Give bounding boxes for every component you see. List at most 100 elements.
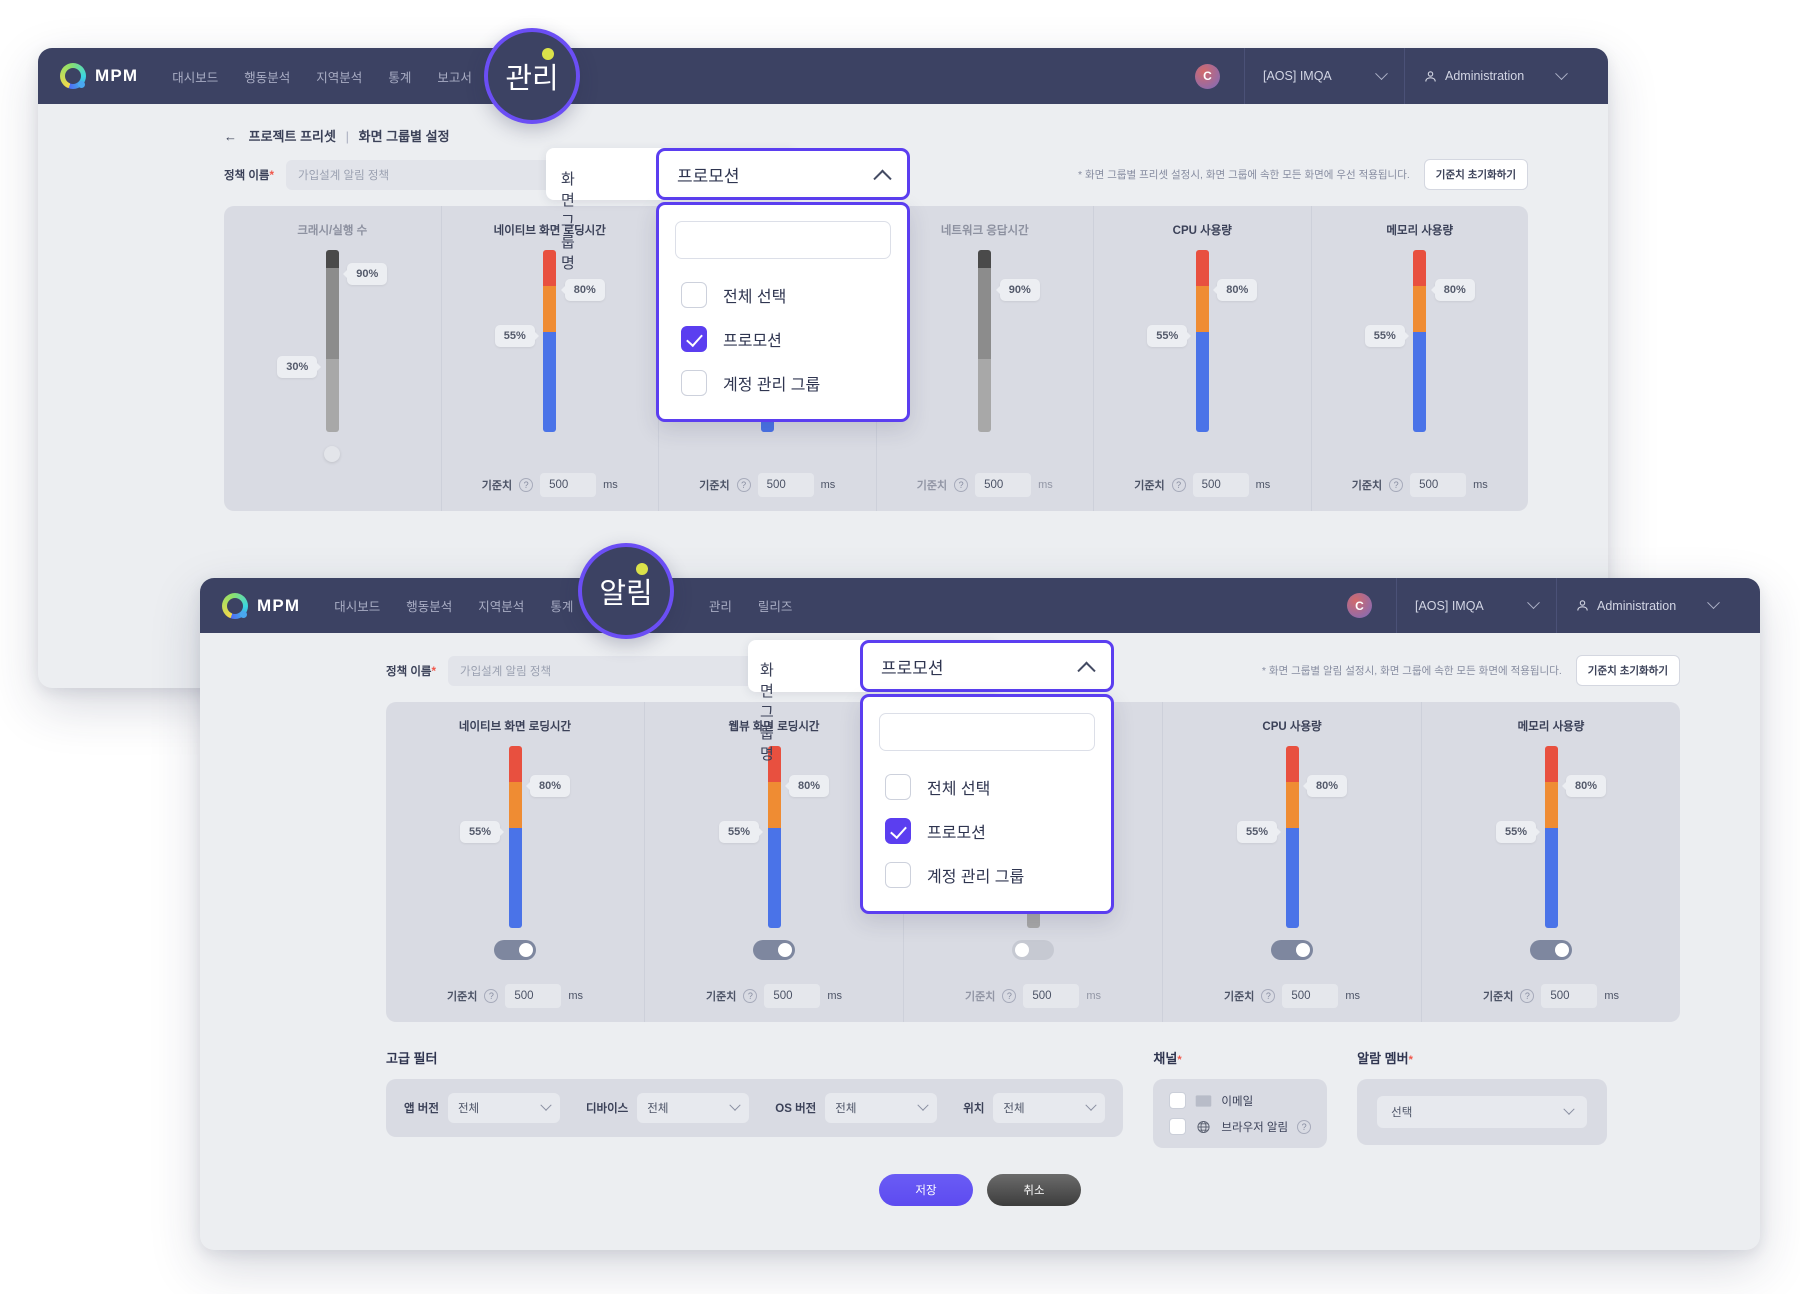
checkbox-checked[interactable] [885,818,911,844]
avatar[interactable]: C [1195,63,1220,89]
checkbox[interactable] [885,774,911,800]
upper-threshold-bubble[interactable]: 80% [560,279,605,302]
nav-item-behavior[interactable]: 행동분석 [244,67,290,86]
metric-toggle[interactable] [1530,940,1572,960]
lower-threshold-bubble[interactable]: 55% [1147,324,1192,347]
user-menu[interactable]: Administration [1556,578,1736,633]
base-value-input[interactable]: 500 [1023,984,1080,1008]
metric-toggle[interactable] [494,940,536,960]
nav-item-region[interactable]: 지역분석 [316,67,362,86]
save-button[interactable]: 저장 [879,1174,973,1206]
screen-group-search-input[interactable] [675,221,891,259]
gauge-wrap[interactable]: 80% 55% [1422,746,1680,928]
screen-group-search-input[interactable] [879,713,1095,751]
threshold-gauge[interactable] [1544,746,1558,928]
filter-select[interactable]: 전체 [825,1093,938,1123]
checkbox-checked[interactable] [681,326,707,352]
gauge-wrap[interactable]: 90% 30% [224,250,441,432]
lower-threshold-bubble[interactable]: 30% [277,355,322,378]
upper-threshold-bubble[interactable]: 80% [1213,279,1258,302]
base-value-input[interactable]: 500 [540,473,597,497]
help-icon[interactable]: ? [1389,478,1404,492]
reset-threshold-button[interactable]: 기준치 초기화하기 [1575,655,1680,686]
base-value-input[interactable]: 500 [1410,473,1467,497]
gauge-wrap[interactable]: 80% 55% [1163,746,1421,928]
help-icon[interactable]: ? [1171,478,1186,492]
checkbox[interactable] [1169,1118,1187,1135]
nav-item-region[interactable]: 지역분석 [478,596,524,615]
lower-threshold-bubble[interactable]: 55% [1236,820,1282,843]
gauge-wrap[interactable]: 80% 55% [1094,250,1311,432]
nav-item-behavior[interactable]: 행동분석 [406,596,452,615]
option-promotion[interactable]: 프로모션 [879,809,1095,853]
threshold-gauge[interactable] [325,250,339,432]
base-value-input[interactable]: 500 [975,473,1032,497]
gauge-wrap[interactable]: 80% 55% [442,250,659,432]
threshold-gauge[interactable] [543,250,557,432]
filter-select[interactable]: 전체 [993,1093,1106,1123]
upper-threshold-bubble[interactable]: 90% [995,279,1040,302]
help-icon[interactable]: ? [1520,989,1535,1003]
gauge-wrap[interactable]: 80% 55% [386,746,644,928]
metric-toggle[interactable] [753,940,795,960]
checkbox[interactable] [885,862,911,888]
option-promotion[interactable]: 프로모션 [675,317,891,361]
upper-threshold-bubble[interactable]: 80% [784,775,830,798]
back-arrow-icon[interactable]: ← [224,129,237,144]
upper-threshold-bubble[interactable]: 80% [1430,279,1475,302]
upper-threshold-bubble[interactable]: 80% [1302,775,1348,798]
base-value-input[interactable]: 500 [505,984,562,1008]
upper-threshold-bubble[interactable]: 80% [525,775,571,798]
checkbox[interactable] [681,282,707,308]
screen-group-select[interactable]: 프로모션 [860,640,1114,692]
lower-threshold-bubble[interactable]: 55% [1495,820,1541,843]
nav-item-stats[interactable]: 통계 [550,596,573,615]
base-value-input[interactable]: 500 [757,473,814,497]
brand-logo-group[interactable]: MPM [60,63,138,89]
help-icon[interactable]: ? [736,478,751,492]
lower-threshold-bubble[interactable]: 55% [459,820,505,843]
avatar[interactable]: C [1347,593,1372,618]
help-icon[interactable]: ? [1002,989,1017,1003]
option-account-group[interactable]: 계정 관리 그룹 [675,361,891,405]
lower-threshold-bubble[interactable]: 55% [494,324,539,347]
help-icon[interactable]: ? [743,989,758,1003]
alarm-member-select[interactable]: 선택 [1377,1096,1588,1128]
help-icon[interactable]: ? [484,989,499,1003]
project-selector[interactable]: [AOS] IMQA [1244,48,1404,104]
reset-threshold-button[interactable]: 기준치 초기화하기 [1423,159,1528,190]
threshold-gauge[interactable] [978,250,992,432]
help-icon[interactable]: ? [519,478,534,492]
metric-knob[interactable] [324,446,341,462]
filter-select[interactable]: 전체 [447,1093,560,1123]
threshold-gauge[interactable] [1413,250,1427,432]
nav-item-stats[interactable]: 통계 [388,67,411,86]
base-value-input[interactable]: 500 [764,984,821,1008]
option-account-group[interactable]: 계정 관리 그룹 [879,853,1095,897]
upper-threshold-bubble[interactable]: 80% [1561,775,1607,798]
policy-name-input[interactable]: 가입설계 알림 정책 [448,655,778,686]
cancel-button[interactable]: 취소 [987,1174,1081,1206]
checkbox[interactable] [681,370,707,396]
filter-select[interactable]: 전체 [637,1093,750,1123]
gauge-wrap[interactable]: 80% 55% [1312,250,1529,432]
threshold-gauge[interactable] [767,746,781,928]
nav-item-admin[interactable]: 관리 [709,596,732,615]
metric-toggle[interactable] [1012,940,1054,960]
nav-item-dashboard[interactable]: 대시보드 [334,596,380,615]
screen-group-select[interactable]: 프로모션 [656,148,910,200]
upper-threshold-bubble[interactable]: 90% [343,262,388,285]
help-icon[interactable]: ? [1297,1119,1312,1134]
base-value-input[interactable]: 500 [1282,984,1339,1008]
help-icon[interactable]: ? [1261,989,1276,1003]
help-icon[interactable]: ? [954,478,969,492]
project-selector[interactable]: [AOS] IMQA [1396,578,1556,633]
base-value-input[interactable]: 500 [1541,984,1598,1008]
channel-item-email[interactable]: 이메일 [1169,1092,1311,1109]
channel-item-browser[interactable]: 브라우저 알림 ? [1169,1118,1312,1135]
brand-logo-group[interactable]: MPM [222,592,300,619]
threshold-gauge[interactable] [508,746,522,928]
metric-toggle[interactable] [1271,940,1313,960]
checkbox[interactable] [1169,1092,1187,1109]
option-select-all[interactable]: 전체 선택 [675,273,891,317]
